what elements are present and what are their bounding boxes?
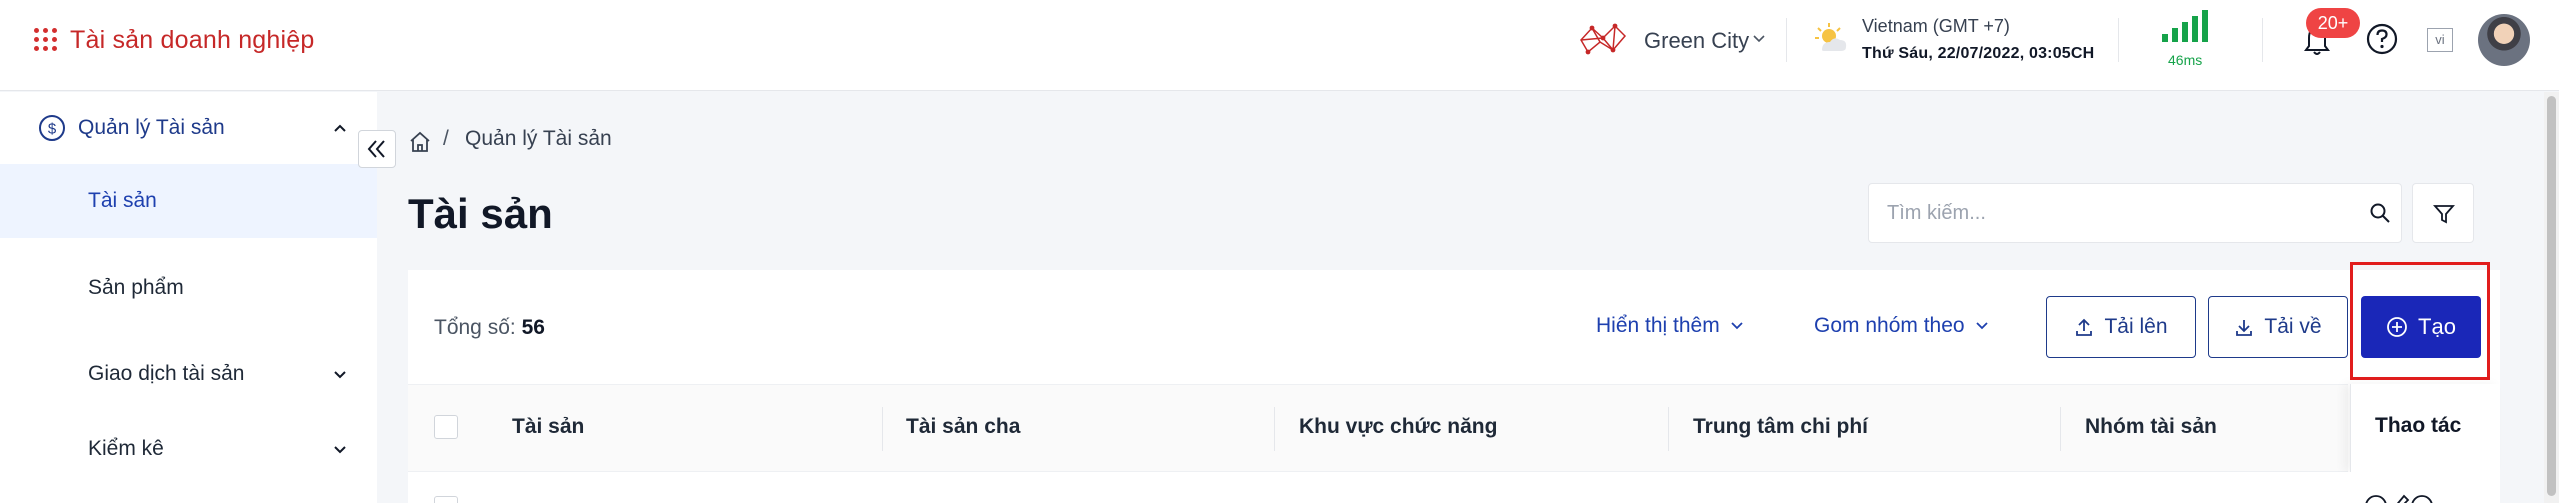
breadcrumb-current[interactable]: Quản lý Tài sản xyxy=(465,127,612,151)
upload-icon xyxy=(2076,318,2093,336)
show-more-label: Hiển thị thêm xyxy=(1596,314,1720,337)
datetime-label: Thứ Sáu, 22/07/2022, 03:05CH xyxy=(1862,45,2095,62)
city-map-icon[interactable] xyxy=(1578,22,1628,56)
download-label: Tải về xyxy=(2264,315,2322,338)
dollar-icon: $ xyxy=(39,115,65,141)
sidebar-item-products[interactable]: Sản phẩm xyxy=(0,251,377,325)
divider xyxy=(2118,18,2119,62)
double-chevron-left-icon xyxy=(367,140,385,158)
home-icon[interactable] xyxy=(408,130,432,154)
avatar[interactable] xyxy=(2478,14,2530,66)
signal-icon xyxy=(2162,10,2208,42)
column-actions-label: Thao tác xyxy=(2375,414,2462,437)
top-header: Tài sản doanh nghiệp Green City Vietnam … xyxy=(0,0,2559,91)
breadcrumb-separator: / xyxy=(443,127,449,150)
column-divider xyxy=(1274,407,1275,451)
total-count: Tổng số: 56 xyxy=(434,316,545,340)
download-button[interactable]: Tải về xyxy=(2208,296,2348,358)
total-label: Tổng số: xyxy=(434,316,516,339)
group-by-dropdown[interactable]: Gom nhóm theo xyxy=(1814,314,1989,338)
column-actions: Thao tác xyxy=(2350,384,2500,472)
chevron-down-icon xyxy=(1975,322,1988,330)
table-header: Tài sản Tài sản cha Khu vực chức năng Tr… xyxy=(408,384,2348,472)
page-title: Tài sản xyxy=(408,190,553,237)
help-icon[interactable] xyxy=(2365,22,2399,56)
sidebar-group-label: Quản lý Tài sản xyxy=(78,116,225,139)
chevron-down-icon xyxy=(334,371,346,379)
select-all-checkbox[interactable] xyxy=(434,415,458,439)
table-row[interactable] xyxy=(408,472,2500,503)
sidebar-item-label: Giao dịch tài sản xyxy=(88,362,245,385)
divider xyxy=(1786,18,1787,62)
search-icon[interactable] xyxy=(2369,202,2391,224)
upload-label: Tải lên xyxy=(2104,315,2168,338)
chevron-down-icon xyxy=(334,446,346,454)
svg-text:$: $ xyxy=(48,121,57,138)
divider xyxy=(2262,18,2263,62)
collapse-sidebar-button[interactable] xyxy=(358,130,396,168)
column-divider xyxy=(2060,407,2061,451)
sidebar-item-label: Kiểm kê xyxy=(88,437,164,460)
language-icon[interactable]: vi xyxy=(2427,28,2453,52)
sidebar: $ Quản lý Tài sản Tài sản Sản phẩm Giao … xyxy=(0,92,377,503)
column-asset[interactable]: Tài sản xyxy=(512,415,584,439)
row-action-icons[interactable] xyxy=(2364,490,2434,503)
scrollbar-thumb[interactable] xyxy=(2547,96,2556,496)
apps-grid-icon[interactable] xyxy=(34,28,58,52)
column-divider xyxy=(882,407,883,451)
total-value: 56 xyxy=(521,316,545,339)
column-functional-area[interactable]: Khu vực chức năng xyxy=(1299,415,1497,439)
sidebar-item-assets[interactable]: Tài sản xyxy=(0,164,377,238)
filter-icon xyxy=(2433,205,2455,224)
group-by-label: Gom nhóm theo xyxy=(1814,314,1965,337)
city-selector[interactable]: Green City xyxy=(1644,28,1749,54)
sidebar-item-label: Sản phẩm xyxy=(88,276,184,299)
search-box xyxy=(1868,183,2402,243)
app-title[interactable]: Tài sản doanh nghiệp xyxy=(70,26,314,55)
column-asset-group[interactable]: Nhóm tài sản xyxy=(2085,415,2217,439)
sidebar-item-inventory-check[interactable]: Kiểm kê xyxy=(0,412,377,486)
column-cost-center[interactable]: Trung tâm chi phí xyxy=(1693,415,1868,439)
download-icon xyxy=(2236,320,2253,336)
column-parent-asset[interactable]: Tài sản cha xyxy=(906,415,1020,439)
column-divider xyxy=(1668,407,1669,451)
sidebar-item-label: Tài sản xyxy=(88,189,157,212)
search-input[interactable] xyxy=(1869,184,2349,242)
highlight-box xyxy=(2350,262,2490,380)
timezone-label: Vietnam (GMT +7) xyxy=(1862,16,2010,36)
latency-label: 46ms xyxy=(2168,52,2203,68)
sidebar-item-asset-transactions[interactable]: Giao dịch tài sản xyxy=(0,337,377,411)
chevron-down-icon[interactable] xyxy=(1752,32,1766,46)
notification-badge[interactable]: 20+ xyxy=(2306,8,2360,38)
filter-button[interactable] xyxy=(2412,183,2474,243)
chevron-up-icon[interactable] xyxy=(332,120,348,136)
sidebar-group-asset-management[interactable]: $ Quản lý Tài sản xyxy=(0,92,377,164)
vertical-scrollbar[interactable] xyxy=(2544,92,2559,503)
chevron-down-icon xyxy=(1731,322,1743,330)
upload-button[interactable]: Tải lên xyxy=(2046,296,2196,358)
row-checkbox[interactable] xyxy=(434,496,458,503)
show-more-dropdown[interactable]: Hiển thị thêm xyxy=(1596,314,1744,338)
weather-icon xyxy=(1815,23,1847,51)
